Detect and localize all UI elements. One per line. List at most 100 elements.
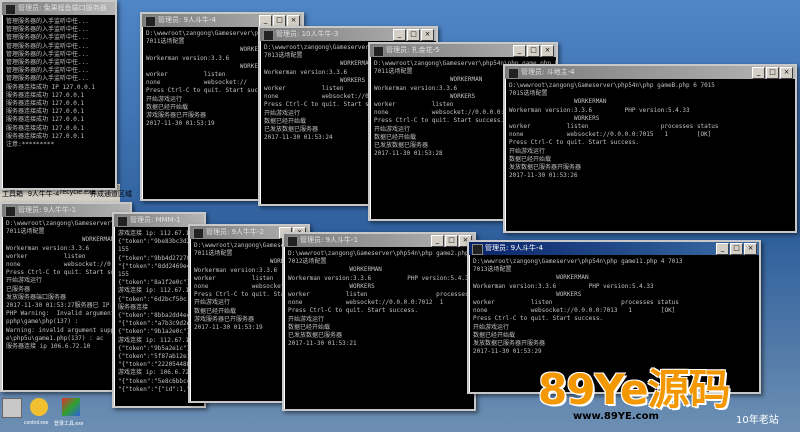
console-line: 管理服务器的入手监听中任... (6, 42, 89, 50)
console-line: WORKERMAN (509, 98, 607, 106)
minimize-button[interactable]: _ (716, 243, 729, 255)
minimize-button[interactable]: _ (752, 67, 765, 79)
title-bar[interactable]: 管理员: 9人斗牛-1 _ □ × (284, 234, 474, 247)
window-title: 管理员: 兔果程鱼端口服务器 (18, 4, 107, 12)
window-title: 管理员: 10人牛牛-3 (276, 30, 339, 38)
minimize-button[interactable]: _ (431, 235, 444, 247)
console-line: 7012选场配置 (288, 258, 327, 266)
console-line: WORKERMAN (288, 266, 382, 274)
console-line: D:\wwwroot\zangong\Gameserver\php54n\php… (473, 258, 683, 265)
console-icon (5, 206, 16, 217)
title-bar[interactable]: 管理员: 9人斗牛-4 _ □ × (469, 242, 759, 255)
console-line: Press Ctrl-C to quit. Start success. (288, 307, 419, 315)
console-line: e\php5u\game1.php(137) : ac (6, 334, 104, 342)
console-line: 已服务器 (6, 285, 31, 293)
console-icon (5, 4, 16, 15)
maximize-button[interactable]: □ (407, 29, 420, 41)
console-icon (117, 216, 128, 227)
console-line: pphp\game\php(137) : (6, 318, 79, 326)
program-icon[interactable] (30, 398, 48, 416)
console-line: 注意:********* (6, 141, 55, 149)
close-button[interactable]: × (541, 45, 554, 57)
console-line: 开始游戏运行 (509, 147, 546, 155)
close-button[interactable]: × (744, 243, 757, 255)
console-line: WORKERS (509, 114, 600, 122)
console-icon (193, 228, 204, 239)
title-bar[interactable]: 管理员: 兔果程鱼端口服务器 (2, 2, 115, 15)
console-window-port-server[interactable]: 管理员: 兔果程鱼端口服务器 管理服务器的入手监听中任... 管理服务器的入手监听… (0, 0, 117, 190)
tool-icon[interactable] (62, 398, 80, 416)
console-icon (508, 68, 519, 79)
console-output: D:\wwwroot\zangong\Gameserver\php54n\php… (505, 79, 795, 183)
console-line: 发放数据已服务器开服务器 (509, 164, 582, 172)
console-line: 服务器连接成功 127.0.0.1 (6, 116, 85, 124)
console-output: D:\wwwroot\zangong\Gameserver\php54n\php… (469, 255, 759, 359)
console-icon (145, 16, 156, 27)
console-line: 管理服务器的入手监听中任... (6, 75, 89, 83)
window-title: 管理员: 9人斗牛-4 (158, 16, 217, 24)
window-title: 管理员: 9人斗牛-4 (485, 244, 544, 252)
desktop-icon-label: control.exe (24, 420, 49, 426)
console-line: 2017-11-30 01:53:27服务器已 IP (6, 302, 114, 310)
title-bar[interactable]: 管理员: 扎金花-5 _ □ × (370, 44, 556, 57)
watermark-logo: 89Ye源码 (538, 365, 730, 414)
close-button[interactable]: × (780, 67, 793, 79)
console-line: 2017-11-30 01:53:26 (509, 172, 578, 180)
console-line: 数据已经开始载 (473, 331, 516, 339)
console-window-doudizhu-4[interactable]: 管理员: 斗地主-4 _ □ × D:\wwwroot\zangong\Gameser… (503, 64, 797, 233)
console-line: worker listen (6, 252, 86, 260)
console-line: PHP Warning: Invalid argument (6, 310, 115, 318)
console-line: WORKERS (288, 282, 375, 290)
console-line: Workerman version:3.3.6 PHP version:5.4.… (288, 274, 473, 282)
console-line: Workerman version:3.3.6 PHP version:5.4.… (509, 106, 690, 114)
console-line: none websocket://0.0.0.0:7015 1 [OK] (509, 131, 712, 139)
maximize-button[interactable]: □ (527, 45, 540, 57)
console-line: 已发放数据已服务器 (288, 332, 343, 340)
console-line: 开始游戏运行 (288, 315, 325, 323)
console-line: none websocket://0.0.0.0:7013 1 [OK] (473, 307, 676, 315)
title-bar[interactable]: 管理员: 9人牛牛-1 (2, 204, 130, 217)
maximize-button[interactable]: □ (766, 67, 779, 79)
console-line: 管理服务器的入手监听中任... (6, 50, 89, 58)
console-line: Press Ctrl-C to quit. Start success. (509, 139, 640, 147)
maximize-button[interactable]: □ (730, 243, 743, 255)
console-line: 服务器连接成功 127.0.0.1 (6, 91, 85, 99)
console-line: 发放服务器端口服务器 (6, 293, 67, 301)
maximize-button[interactable]: □ (445, 235, 458, 247)
console-icon (373, 46, 384, 57)
console-line: 服务器连接成功 IP 127.0.0.1 (6, 83, 95, 91)
console-line: WORKERMAN (473, 274, 589, 282)
taskbar-item[interactable]: 养成通道区域 (90, 189, 132, 199)
desktop-icon-label: 登录工具.exe (54, 421, 84, 427)
taskbar-item[interactable]: 9人牛牛-4 (28, 189, 59, 199)
console-line: D:\wwwroot\zangong\Gameserver\php5 (6, 220, 129, 227)
recycle-bin-icon[interactable] (2, 398, 22, 418)
close-button[interactable]: × (421, 29, 434, 41)
console-line: none websocket://0.0.0.0:7012 1 (288, 299, 444, 307)
window-title: 管理员: 9人牛牛-2 (206, 228, 265, 236)
console-line: worker listen processes st (288, 291, 476, 299)
console-line: D:\wwwroot\zangong\Gameserver\php54n\php… (288, 250, 476, 257)
console-line: 服务器连接成功 127.0.0.1 (6, 132, 85, 140)
console-icon (287, 236, 298, 247)
console-line: 开始游戏运行 (6, 277, 43, 285)
console-window-douniu-1[interactable]: 管理员: 9人斗牛-1 _ □ × D:\wwwroot\zangong\Gamese… (282, 232, 476, 411)
console-output: 管理服务器的入手监听中任... 管理服务器的入手监听中任... 管理服务器的入手监听… (2, 15, 115, 152)
watermark-tagline: 10年老站 (736, 415, 779, 426)
console-line: Warning: invalid argument suppli (6, 326, 122, 334)
console-line: 发放数据已服务器开服务器 (473, 340, 546, 348)
watermark-url: www.89YE.com (573, 411, 659, 422)
title-bar[interactable]: 管理员: 10人牛牛-3 _ □ × (260, 28, 436, 41)
console-line: 管理服务器的入手监听中任... (6, 59, 89, 67)
window-title: 管理员: 斗地主-4 (521, 68, 575, 76)
console-line: 服务器连接成功 127.0.0.1 (6, 100, 85, 108)
console-icon (263, 30, 274, 41)
minimize-button[interactable]: _ (393, 29, 406, 41)
console-line: 2017-11-30 01:53:21 (288, 340, 357, 348)
console-line: Workerman version:3.3.6 PHP version:5.4.… (473, 282, 654, 290)
title-bar[interactable]: 管理员: 斗地主-4 _ □ × (505, 66, 795, 79)
taskbar-item[interactable]: 工具箱 (2, 189, 23, 199)
console-line: 7013选场配置 (473, 266, 512, 274)
console-line: 7015选场配置 (509, 90, 548, 98)
minimize-button[interactable]: _ (513, 45, 526, 57)
